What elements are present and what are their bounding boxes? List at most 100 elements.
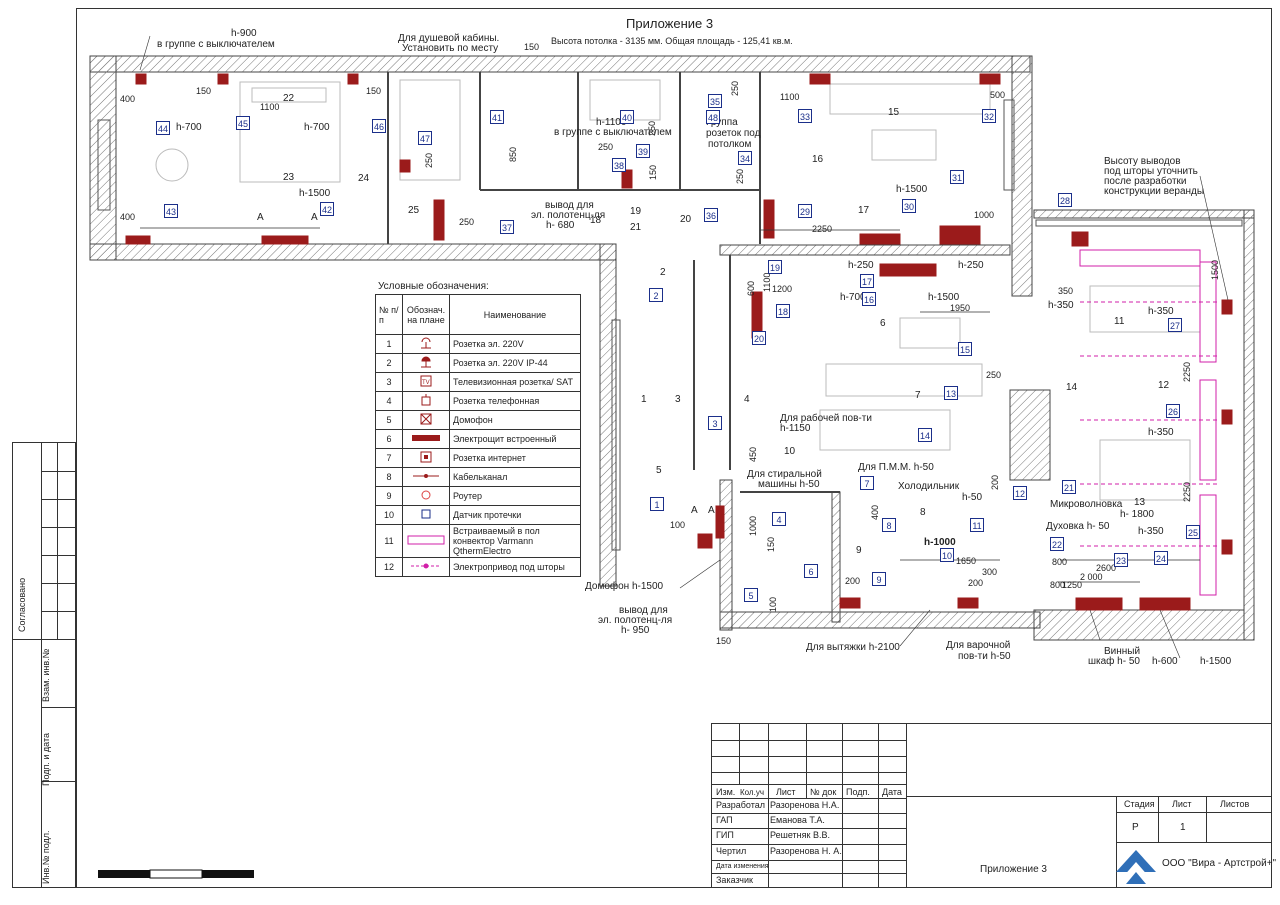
legend-row-number: 10	[375, 505, 403, 525]
legend-row-number: 8	[375, 467, 403, 487]
axis-letter: A	[311, 212, 318, 223]
legend-row-name: Роутер	[449, 486, 581, 506]
room-number: 20	[680, 214, 692, 225]
dimension-label: 800	[1052, 557, 1068, 567]
note-wine-2: шкаф h- 50	[1088, 656, 1140, 667]
marker-number: 34	[738, 151, 752, 165]
note-switch-group-1: в группе с выключателем	[157, 39, 275, 50]
dimension-label: 1100	[762, 272, 772, 292]
walls	[89, 55, 1255, 641]
dimension-label: 250	[735, 168, 745, 184]
room-number: 12	[1158, 380, 1170, 391]
marker-number: 21	[1062, 480, 1076, 494]
marker-number: 22	[1050, 537, 1064, 551]
dimension-label: 250	[647, 120, 657, 136]
dimension-label: 250	[730, 80, 740, 96]
note-intercom: Домофон h-1500	[585, 581, 664, 592]
note-hood: Для вытяжки h-2100	[806, 642, 900, 653]
legend-row-number: 5	[375, 410, 403, 430]
dimension-label: 250	[459, 217, 475, 227]
dimension-label: 1200	[772, 284, 793, 294]
dimension-label: 2250	[812, 224, 833, 234]
legend-row-number: 4	[375, 391, 403, 411]
drive-icon	[402, 557, 450, 577]
wall-veranda-top	[1033, 209, 1255, 219]
height-label: h-1500	[928, 292, 960, 303]
marker-number: 43	[164, 204, 178, 218]
dimension-label: 150	[716, 636, 732, 646]
stamp-role: ГИП	[716, 830, 734, 840]
dimension-label: 100	[670, 520, 686, 530]
dimension-label: 250	[424, 152, 434, 168]
height-label: h-350	[1148, 306, 1174, 317]
dimension-label: 350	[1058, 286, 1074, 296]
legend-row: 9 Роутер	[375, 486, 581, 506]
marker-number: 36	[704, 208, 718, 222]
dimension-label: 1250	[1062, 580, 1083, 590]
marker-number: 30	[902, 199, 916, 213]
legend-row: 10 Датчик протечки	[375, 505, 581, 525]
wall-corridor-left	[599, 243, 617, 587]
dimension-label: 1000	[748, 515, 758, 536]
legend-row-number: 12	[375, 557, 403, 577]
marker-number: 18	[776, 304, 790, 318]
note-h600: h-600	[1152, 656, 1178, 667]
marker-number: 37	[500, 220, 514, 234]
stamp-head-izm: Изм.	[716, 787, 736, 797]
marker-number: 8	[882, 518, 896, 532]
wall-bath2-right	[831, 491, 841, 623]
legend-row-name: Розетка эл. 220V IP-44	[449, 353, 581, 373]
wall-kitchen-top	[719, 244, 1011, 256]
wall-column	[1009, 389, 1051, 481]
marker-number: 25	[1186, 525, 1200, 539]
legend-row: 6 Электрощит встроенный	[375, 429, 581, 449]
height-label: h-350	[1148, 427, 1174, 438]
marker-number: 26	[1166, 404, 1180, 418]
dimension-label: 1650	[956, 556, 977, 566]
stamp-sheets-head: Листов	[1220, 799, 1250, 809]
dimension-label: 400	[120, 94, 136, 104]
wall-right-top	[1011, 55, 1033, 297]
convectors	[1079, 249, 1220, 596]
room-number: 25	[408, 205, 420, 216]
router-icon	[402, 486, 450, 506]
legend-row: 12 Электропривод под шторы	[375, 557, 581, 577]
side-stamp-agreed: Согласовано	[17, 577, 27, 632]
height-label: h-350	[1048, 300, 1074, 311]
dimension-label: 600	[746, 280, 756, 296]
note-hob-2: пов-ти h-50	[958, 651, 1011, 662]
room-number: 8	[920, 507, 926, 518]
legend-row: 1 Розетка эл. 220V	[375, 334, 581, 354]
note-hob-1: Для варочной	[946, 640, 1011, 651]
room-number: 19	[630, 206, 642, 217]
room-number: 23	[283, 172, 295, 183]
phone-icon	[402, 391, 450, 411]
stamp-role: Дата изменения	[716, 863, 769, 870]
note-fridge-1: Холодильник	[898, 481, 960, 492]
dimension-label: 250	[986, 370, 1002, 380]
stamp-stage-head: Стадия	[1124, 799, 1155, 809]
tv-icon: TV	[402, 372, 450, 392]
height-label: h-250	[958, 260, 984, 271]
socket-ip-icon	[402, 353, 450, 373]
legend-row: 5 Домофон	[375, 410, 581, 430]
legend-header: № п/п Обознач. на плане Наименование	[375, 294, 581, 335]
marker-number: 38	[612, 158, 626, 172]
legend-table: № п/п Обознач. на плане Наименование 1 Ро…	[375, 294, 581, 577]
side-stamp-sign-date: Подп. и дата	[41, 732, 51, 786]
legend-row: 7 Розетка интернет	[375, 448, 581, 468]
legend-row-name: Розетка телефонная	[449, 391, 581, 411]
room-number: 6	[880, 318, 886, 329]
note-group-ceiling-2: розеток под	[706, 128, 761, 139]
height-label: h-1500	[896, 184, 928, 195]
note-oven: Духовка h- 50	[1046, 521, 1110, 532]
room-number: 18	[590, 215, 602, 226]
marker-number: 23	[1114, 553, 1128, 567]
room-number: 17	[858, 205, 870, 216]
stamp-sheet-head: Лист	[1172, 799, 1192, 809]
note-veranda-4: конструкции веранды	[1104, 186, 1205, 197]
marker-number: 15	[958, 342, 972, 356]
dimension-label: 150	[766, 536, 776, 552]
legend-row-name: Телевизионная розетка/ SAT	[449, 372, 581, 392]
legend-row-name: Домофон	[449, 410, 581, 430]
